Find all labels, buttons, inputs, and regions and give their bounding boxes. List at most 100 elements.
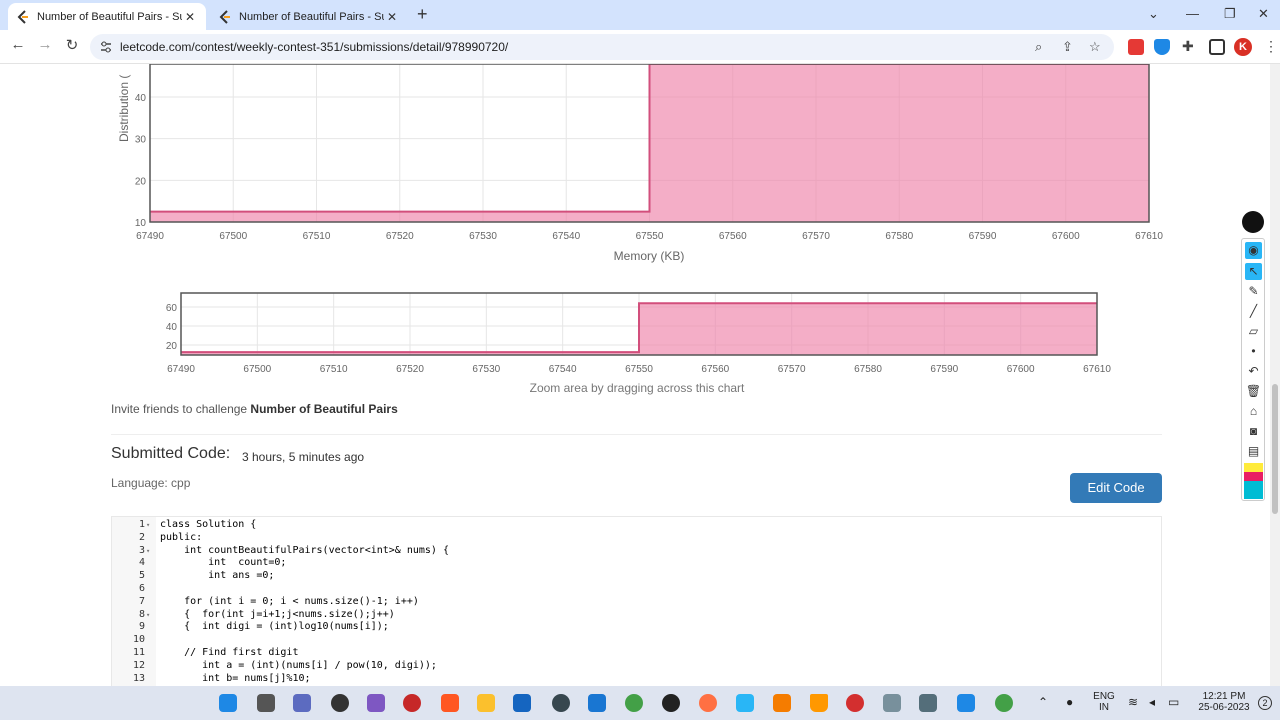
zoom-navigator-chart[interactable]: 67490 67500 67510 67520 67530 67540 67550 67560…	[0, 289, 1270, 399]
x-tick-label: 67590	[930, 364, 958, 375]
app-icon[interactable]	[883, 694, 901, 712]
line-number: 11	[132, 647, 145, 658]
page-content: Distribution ( Memory (KB) 67490 67500 675…	[0, 64, 1270, 686]
menu-icon[interactable]: ⋮	[1264, 38, 1278, 55]
line-number: 9	[138, 621, 145, 633]
code-line[interactable]: 10	[112, 634, 1161, 647]
app-icon[interactable]	[552, 694, 570, 712]
minimize-icon[interactable]: —	[1186, 6, 1199, 21]
code-line[interactable]: 3 ▾ int countBeautifulPairs(vector<int>& …	[112, 545, 1161, 558]
line-number: 10	[132, 634, 145, 646]
app-icon[interactable]	[919, 694, 937, 712]
fold-toggle-icon[interactable]: ▾	[146, 609, 150, 622]
page-scrollbar[interactable]	[1270, 64, 1280, 686]
scrollbar-thumb[interactable]	[1272, 384, 1278, 514]
search-icon[interactable]	[257, 694, 275, 712]
microphone-icon[interactable]: ●	[1066, 695, 1073, 709]
brave-icon[interactable]	[441, 694, 459, 712]
tab-active[interactable]: Number of Beautiful Pairs - Subm ✕	[8, 3, 206, 30]
vlc-icon[interactable]	[810, 694, 828, 712]
trash-icon[interactable]: 🗑	[1245, 383, 1262, 400]
dot-icon[interactable]: •	[1245, 343, 1262, 360]
app-icon[interactable]	[662, 694, 680, 712]
x-tick-label: 67570	[778, 364, 806, 375]
cart-icon[interactable]: ⌂	[1245, 403, 1262, 420]
extension-shield-icon[interactable]	[1154, 39, 1170, 55]
battery-icon[interactable]: ▭	[1168, 695, 1179, 709]
fold-toggle-icon[interactable]: ▾	[146, 545, 150, 558]
code-line[interactable]: 7 for (int i = 0; i < nums.size()-1; i++…	[112, 595, 1161, 609]
sublime-icon[interactable]	[773, 694, 791, 712]
pen-icon[interactable]: ✎	[1245, 283, 1262, 300]
code-line[interactable]: 9 { int digi = (int)log10(nums[i]);	[112, 621, 1161, 634]
eye-icon[interactable]: ◉	[1245, 242, 1262, 259]
edit-code-button[interactable]: Edit Code	[1070, 473, 1162, 503]
code-line[interactable]: 4 int count=0;	[112, 557, 1161, 570]
close-icon[interactable]: ✕	[182, 10, 198, 24]
pointer-icon[interactable]: ↖	[1245, 263, 1262, 280]
code-line[interactable]: 13 int b= nums[j]%10;	[112, 673, 1161, 686]
tray-expand-icon[interactable]: ⌃	[1038, 695, 1048, 709]
code-line[interactable]: 6	[112, 583, 1161, 596]
code-text: int a = (int)(nums[i] / pow(10, digi));	[160, 659, 437, 671]
code-line[interactable]: 5 int ans =0;	[112, 570, 1161, 583]
color-swatch-cyan[interactable]	[1244, 481, 1263, 499]
language-indicator[interactable]: ENG IN	[1090, 691, 1118, 713]
tab-search-icon[interactable]: ⌄	[1148, 6, 1159, 22]
memory-distribution-chart[interactable]: Distribution ( Memory (KB) 67490 67500 675…	[0, 64, 1270, 269]
chrome-active-icon[interactable]	[995, 694, 1013, 712]
editor-icon[interactable]	[736, 694, 754, 712]
forward-icon[interactable]: →	[35, 36, 55, 53]
volume-icon[interactable]: ◂	[1149, 695, 1155, 709]
tab-second[interactable]: Number of Beautiful Pairs - Subm ✕	[210, 3, 408, 30]
close-icon[interactable]: ✕	[384, 10, 400, 24]
recorder-icon[interactable]	[403, 694, 421, 712]
back-icon[interactable]: ←	[8, 36, 28, 53]
devcpp-icon[interactable]	[588, 694, 606, 712]
code-line[interactable]: 2 public:	[112, 532, 1161, 545]
wifi-icon[interactable]: ≋	[1128, 695, 1138, 709]
camera-icon[interactable]: ◙	[1245, 423, 1262, 440]
x-tick-label: 67510	[320, 364, 348, 375]
start-icon[interactable]	[219, 694, 237, 712]
annotation-logo-icon[interactable]	[1242, 211, 1264, 233]
fold-toggle-icon[interactable]: ▾	[146, 519, 150, 532]
extensions-puzzle-icon[interactable]: ✚	[1182, 38, 1194, 55]
share-icon[interactable]: ⇪	[1062, 39, 1073, 55]
zoom-icon[interactable]: ⌕	[1035, 39, 1042, 55]
opera-icon[interactable]	[846, 694, 864, 712]
line-icon[interactable]: ╱	[1245, 303, 1262, 320]
undo-icon[interactable]: ↶	[1245, 363, 1262, 380]
firefox-icon[interactable]	[699, 694, 717, 712]
site-info-icon[interactable]	[98, 39, 114, 55]
vscode-icon[interactable]	[957, 694, 975, 712]
window-close-icon[interactable]: ✕	[1258, 6, 1269, 22]
maximize-icon[interactable]: ❐	[1224, 6, 1236, 22]
reload-icon[interactable]: ↻	[62, 36, 82, 54]
obs-icon[interactable]	[331, 694, 349, 712]
app-icon[interactable]	[367, 694, 385, 712]
code-line[interactable]: 8 ▾ { for(int j=i+1;j<nums.size();j++)	[112, 609, 1161, 622]
code-line[interactable]: 1 ▾ class Solution {	[112, 519, 1161, 532]
file-explorer-icon[interactable]	[477, 694, 495, 712]
clock[interactable]: 12:21 PM 25-06-2023	[1196, 691, 1252, 713]
clipboard-icon[interactable]: ▤	[1245, 443, 1262, 460]
extension-red-icon[interactable]	[1128, 39, 1144, 55]
address-bar[interactable]: leetcode.com/contest/weekly-contest-351/…	[90, 34, 1114, 60]
chrome-icon[interactable]	[625, 694, 643, 712]
side-panel-icon[interactable]	[1209, 39, 1225, 55]
code-text: for (int i = 0; i < nums.size()-1; i++)	[160, 595, 419, 607]
avatar[interactable]: K	[1234, 38, 1252, 56]
notification-badge[interactable]: 2	[1258, 696, 1272, 710]
dropbox-icon[interactable]	[513, 694, 531, 712]
leetcode-icon	[219, 9, 230, 24]
code-line[interactable]: 11 // Find first digit	[112, 647, 1161, 660]
eraser-icon[interactable]: ▱	[1245, 323, 1262, 340]
meet-icon[interactable]	[293, 694, 311, 712]
code-editor[interactable]: 1 ▾ class Solution {2 public: 3 ▾ int countBe…	[111, 516, 1162, 686]
bookmark-star-icon[interactable]: ☆	[1089, 39, 1101, 55]
new-tab-button[interactable]: +	[417, 4, 428, 25]
code-line[interactable]: 12 int a = (int)(nums[i] / pow(10, digi)…	[112, 659, 1161, 673]
problem-name[interactable]: Number of Beautiful Pairs	[250, 402, 397, 416]
tab-title: Number of Beautiful Pairs - Subm	[37, 10, 182, 23]
